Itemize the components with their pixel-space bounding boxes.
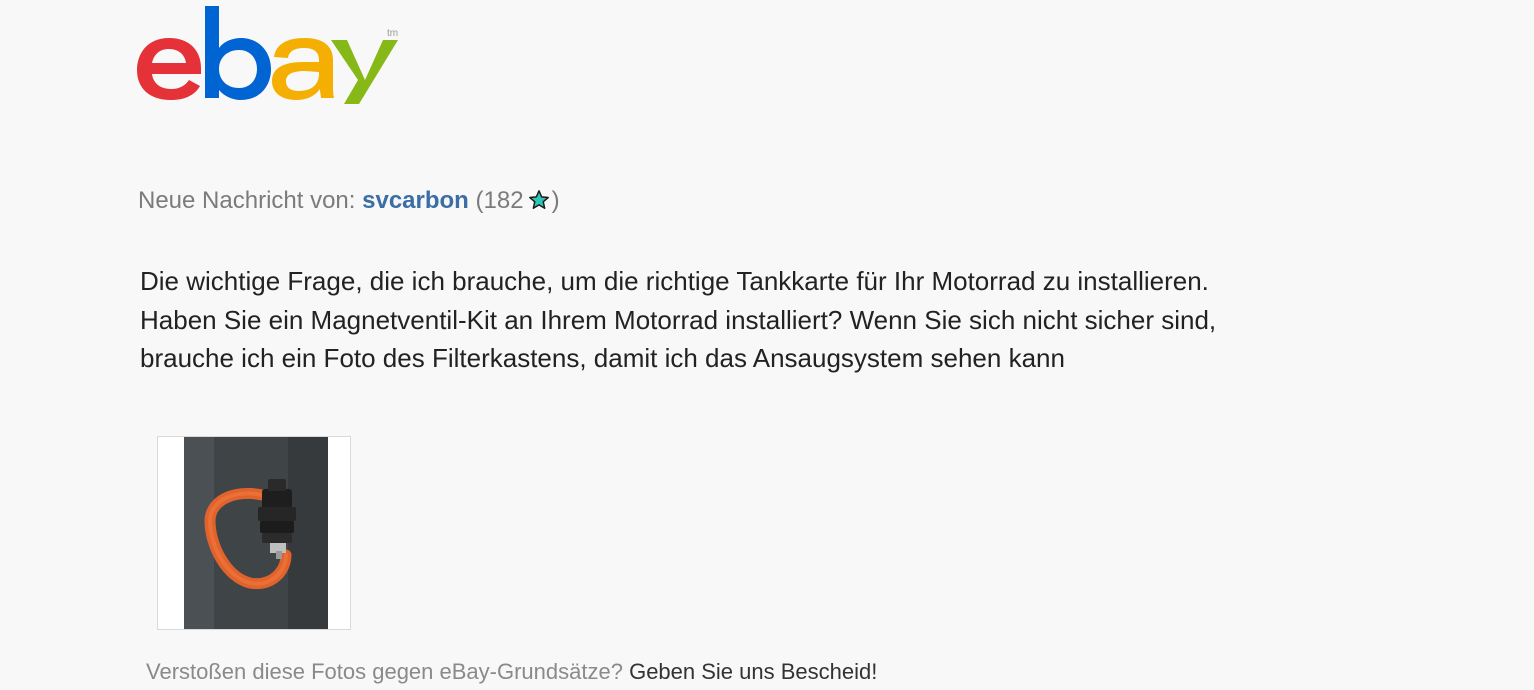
message-line: Haben Sie ein Magnetventil-Kit an Ihrem … <box>140 304 1217 335</box>
svg-text:tm: tm <box>387 28 398 39</box>
report-line: Verstoßen diese Fotos gegen eBay-Grundsä… <box>146 658 877 686</box>
sender-line: Neue Nachricht von: svcarbon (182) <box>138 186 560 216</box>
sender-name-link[interactable]: svcarbon <box>362 187 469 214</box>
ebay-logo: tm <box>133 0 423 110</box>
message-body: Die wichtige Frage, die ich brauche, um … <box>140 262 1360 378</box>
report-question: Verstoßen diese Fotos gegen eBay-Grundsä… <box>146 659 623 684</box>
report-link[interactable]: Geben Sie uns Bescheid! <box>629 659 877 684</box>
turquoise-star-icon <box>528 189 550 211</box>
photo-thumbnail[interactable] <box>157 436 351 630</box>
feedback-score: (182 <box>475 187 524 214</box>
message-line: brauche ich ein Foto des Filterkastens, … <box>140 343 1065 373</box>
feedback-close-paren: ) <box>551 187 560 214</box>
sender-prefix: Neue Nachricht von: <box>138 187 356 214</box>
message-line: Die wichtige Frage, die ich brauche, um … <box>140 266 1209 296</box>
